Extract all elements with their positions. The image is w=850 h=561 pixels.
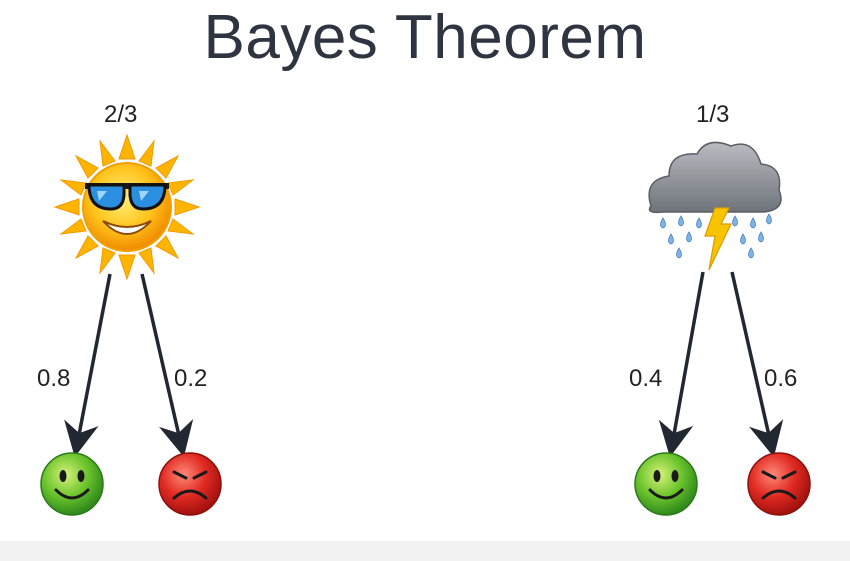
arrow-rainy-to-sad bbox=[730, 271, 784, 458]
bottom-strip bbox=[0, 541, 850, 561]
bayes-tree-diagram bbox=[40, 133, 811, 516]
sad-face-icon bbox=[747, 452, 811, 516]
happy-face-icon bbox=[634, 452, 698, 516]
sun-icon bbox=[53, 133, 201, 281]
happy-face-icon bbox=[40, 452, 104, 516]
arrow-rainy-to-happy bbox=[658, 271, 705, 458]
arrow-sunny-to-sad bbox=[140, 273, 194, 458]
sad-face-icon bbox=[158, 452, 222, 516]
storm-cloud-icon bbox=[648, 141, 782, 271]
arrow-sunny-to-happy bbox=[64, 273, 112, 458]
